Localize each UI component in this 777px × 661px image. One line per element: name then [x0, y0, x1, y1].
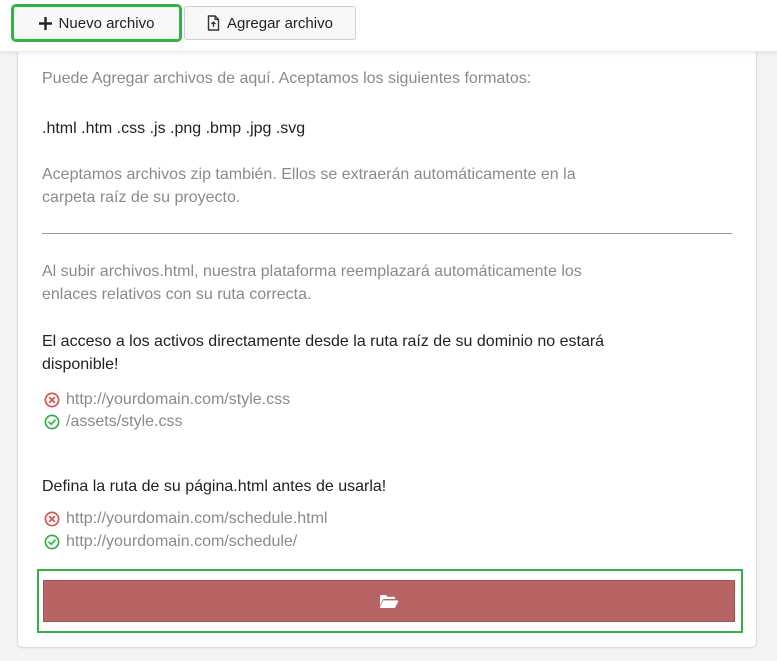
zip-note-line2: carpeta raíz de su proyecto. [42, 189, 241, 206]
route-warning: Defina la ruta de su página.html antes d… [42, 478, 387, 495]
upload-dropzone [37, 569, 743, 633]
good-asset-row: /assets/style.css [44, 413, 182, 431]
good-route-row: http://yourdomain.com/schedule/ [44, 533, 297, 551]
check-circle-icon [44, 414, 60, 430]
new-file-label: Nuevo archivo [58, 14, 155, 32]
root-warning-line1: El acceso a los activos directamente des… [42, 333, 605, 350]
file-upload-icon [207, 15, 220, 31]
toolbar: Nuevo archivo Agregar archivo [0, 0, 777, 52]
zip-note-line1: Aceptamos archivos zip también. Ellos se… [42, 166, 576, 183]
section-divider [42, 233, 732, 234]
intro-text: Puede Agregar archivos de aquí. Aceptamo… [42, 70, 532, 87]
bad-asset-row: http://yourdomain.com/style.css [44, 391, 290, 409]
x-circle-icon [44, 511, 60, 527]
good-route-example: http://yourdomain.com/schedule/ [66, 533, 298, 550]
check-circle-icon [44, 534, 60, 550]
new-file-button[interactable]: Nuevo archivo [11, 4, 182, 42]
html-note-line2: enlaces relativos con su ruta correcta. [42, 286, 312, 303]
html-note-line1: Al subir archivos.html, nuestra platafor… [42, 263, 582, 280]
bad-asset-example: http://yourdomain.com/style.css [66, 391, 291, 408]
plus-icon [38, 16, 52, 30]
upload-file-label: Agregar archivo [227, 14, 333, 32]
folder-open-icon [379, 595, 399, 608]
x-circle-icon [44, 392, 60, 408]
accepted-formats: .html .htm .css .js .png .bmp .jpg .svg [42, 120, 306, 137]
upload-file-button[interactable]: Agregar archivo [184, 6, 356, 40]
choose-files-button[interactable] [43, 580, 735, 622]
root-warning-line2: disponible! [42, 356, 119, 373]
good-asset-example: /assets/style.css [66, 413, 183, 430]
bad-route-row: http://yourdomain.com/schedule.html [44, 510, 327, 528]
bad-route-example: http://yourdomain.com/schedule.html [66, 510, 328, 527]
